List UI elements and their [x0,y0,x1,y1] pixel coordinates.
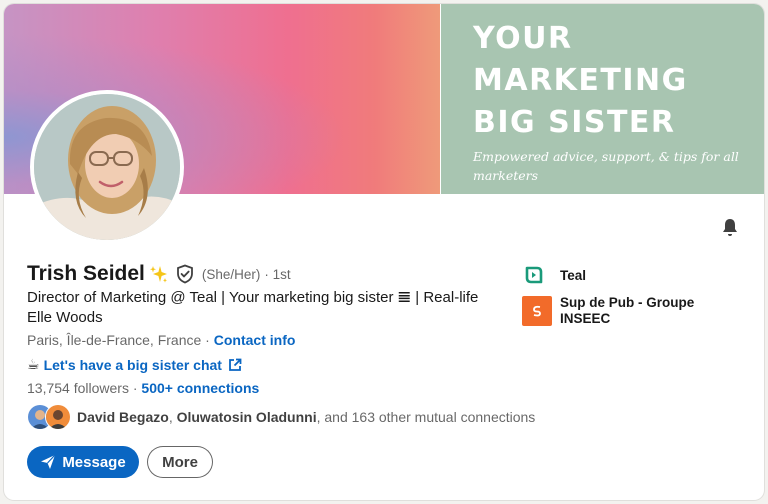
connections-link[interactable]: 500+ connections [141,380,259,396]
company-sup-de-pub-name: Sup de Pub - Groupe INSEEC [560,295,695,326]
banner-headline: YOUR MARKETING BIG SISTER [473,18,688,144]
profile-photo[interactable] [30,90,184,244]
profile-name: Trish Seidel [27,262,145,285]
banner-headline-line2: MARKETING [473,63,688,98]
mutual-rest: , and 163 other mutual connections [316,409,536,425]
company-teal[interactable]: Teal [522,264,586,286]
chat-link-row[interactable]: ☕ Let's have a big sister chat [27,356,242,373]
big-sister-chat-link[interactable]: Let's have a big sister chat [44,357,222,373]
followers-row: 13,754 followers · 500+ connections [27,380,259,396]
banner-headline-line3: BIG SISTER [473,105,676,140]
connection-degree: · 1st [264,266,291,282]
profile-headline: Director of Marketing @ Teal | Your mark… [27,289,479,326]
message-button-label: Message [62,453,126,471]
coffee-icon: ☕ [27,356,40,372]
company-sup-de-pub[interactable]: Sup de Pub - Groupe INSEEC [522,295,710,327]
mutual-separator: , [168,409,177,425]
sup-de-pub-logo-icon [522,296,552,326]
sparkles-icon [149,264,169,284]
notification-bell-icon[interactable] [718,216,742,240]
location: Paris, Île-de-France, France [27,332,202,348]
name-row: Trish Seidel (She/Her) · 1st [27,262,291,286]
mutual-avatar-2 [45,404,71,430]
banner-headline-line1: YOUR [473,21,573,56]
more-button[interactable]: More [147,446,213,478]
pronouns: (She/Her) [201,266,261,282]
mutual-name-1: David Begazo [77,409,169,425]
contact-info-link[interactable]: Contact info [214,332,296,348]
send-icon [41,454,56,469]
mutual-connections-row[interactable]: David Begazo, Oluwatosin Oladunni, and 1… [27,404,535,430]
mutual-avatars [27,404,71,430]
more-button-label: More [162,453,198,471]
banner-subtitle: Empowered advice, support, & tips for al… [473,149,739,183]
location-separator: · [201,332,214,348]
profile-card: YOUR MARKETING BIG SISTER Empowered advi… [4,4,764,500]
verified-shield-icon[interactable] [175,264,195,284]
teal-logo-icon [522,264,544,286]
location-row: Paris, Île-de-France, France · Contact i… [27,332,295,348]
banner-text-panel: YOUR MARKETING BIG SISTER Empowered advi… [441,4,764,194]
external-link-icon[interactable] [228,358,242,372]
followers-separator: · [128,380,142,396]
mutual-name-2: Oluwatosin Oladunni [176,409,317,425]
followers-count: 13,754 followers [27,380,129,396]
company-teal-name: Teal [560,267,587,283]
message-button[interactable]: Message [27,446,139,478]
